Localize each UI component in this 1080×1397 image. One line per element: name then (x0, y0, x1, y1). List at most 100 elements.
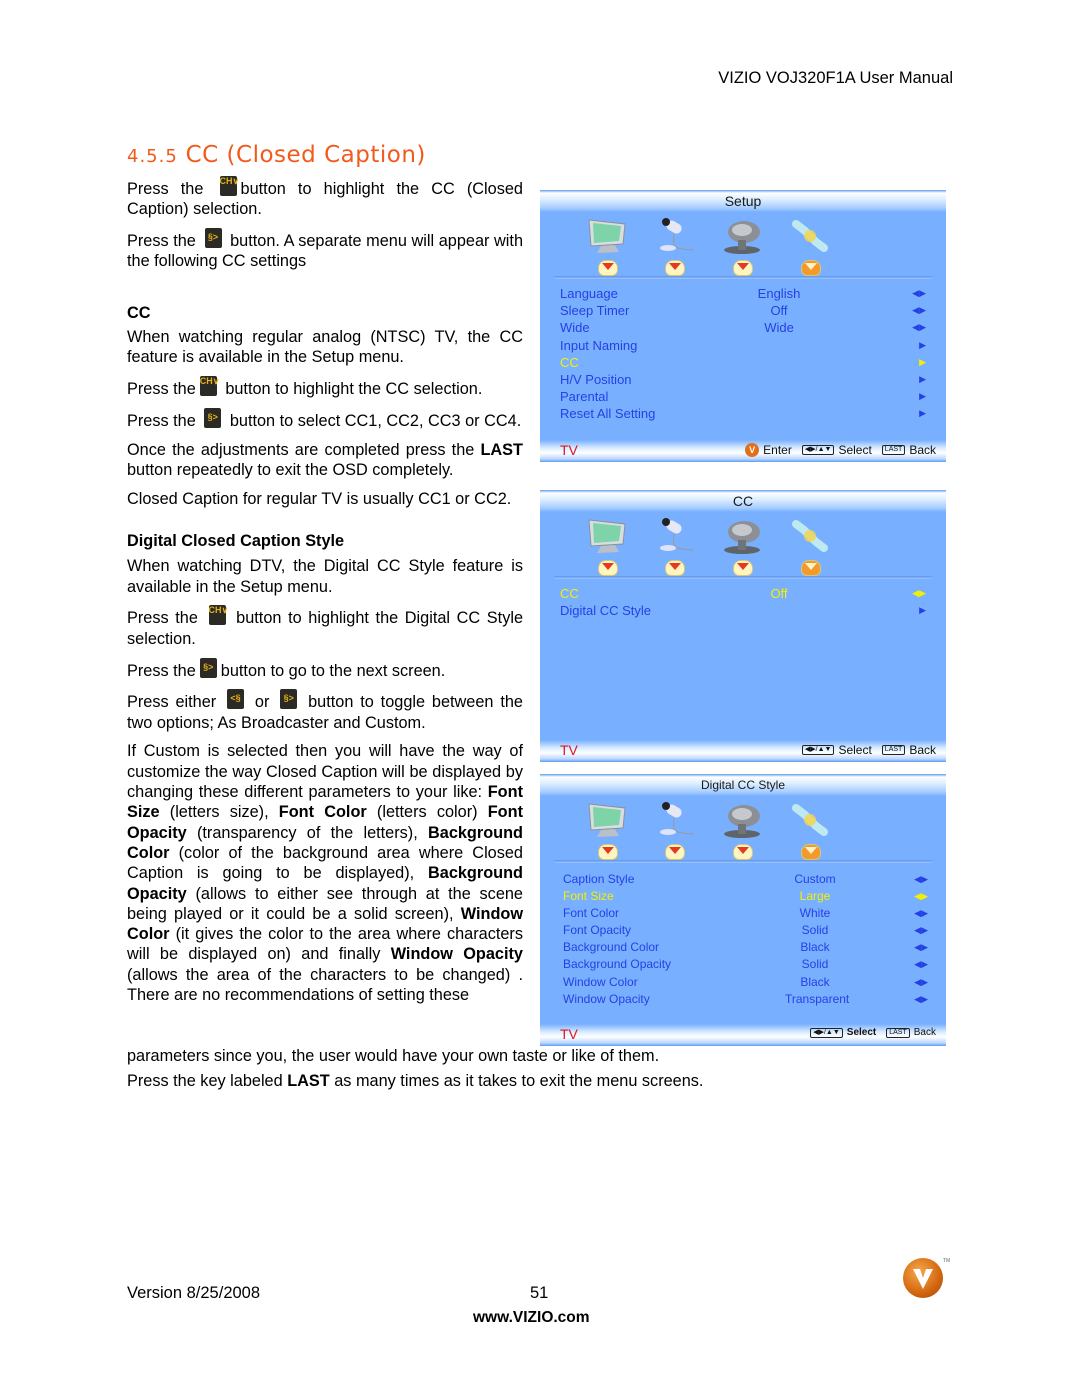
osd-footer: TV V Enter ◀▶/▲▼ Select LAST Back (540, 440, 946, 462)
osd-menu-item[interactable]: Font Opacity Solid ◀▶ (563, 922, 928, 939)
channel-down-button-icon: CH∨ (219, 176, 239, 196)
category-marker-icon (801, 844, 821, 860)
menu-item-label: Input Naming (560, 337, 638, 353)
menu-item-value: Off (770, 303, 788, 319)
setup-menu-screenshot: Setup Language English ◀▶ Sleep Timer Off ◀▶ W… (540, 190, 946, 462)
menu-item-label: Digital CC Style (560, 603, 652, 619)
instructions-column: Press the CH∨ button to highlight the CC … (127, 176, 523, 1005)
right-arrow-icon: ▶ (919, 339, 926, 350)
menu-item-value: Custom (794, 872, 836, 886)
osd-menu-item[interactable]: Background Color Black ◀▶ (563, 939, 928, 956)
select-hint: Select (838, 443, 872, 457)
paragraph: When watching DTV, the Digital CC Style … (127, 557, 523, 596)
menu-item-value: Transparent (785, 991, 850, 1006)
left-right-arrow-icon: ◀▶ (914, 993, 928, 1004)
digital-cc-subheading: Digital Closed Caption Style (127, 532, 345, 551)
paragraph-custom-parameters: If Custom is selected then you will have… (127, 742, 523, 1004)
menu-item-value: Off (770, 586, 788, 601)
osd-title: CC (540, 490, 946, 512)
cc-subheading: CC (127, 303, 151, 322)
osd-menu-list: Caption Style Custom ◀▶ Font Size Large ◀▶ Fon… (540, 863, 946, 1008)
right-arrow-icon: ▶ (919, 356, 926, 367)
tv-picture-icon (585, 216, 629, 256)
paragraph: Press the §> button. A separate menu wil… (127, 228, 523, 272)
vizio-logo-icon (903, 1258, 943, 1298)
osd-menu-item[interactable]: Reset All Setting ▶ (560, 405, 926, 422)
category-marker-icon (801, 260, 821, 276)
paragraph: Press the CH∨ button to highlight the CC … (127, 376, 483, 399)
tv-picture-icon (585, 800, 629, 840)
menu-item-label: Font Size (563, 889, 614, 904)
left-right-arrow-icon: ◀▶ (914, 976, 928, 987)
osd-category-icons (540, 796, 946, 860)
nav-keys-icon: ◀▶/▲▼ (801, 445, 835, 455)
osd-source-label: TV (560, 742, 578, 758)
paragraph-last-key: Press the key labeled LAST as many times… (127, 1072, 704, 1090)
osd-menu-item[interactable]: Digital CC Style ▶ (560, 602, 926, 619)
microphone-audio-icon (652, 216, 696, 256)
osd-menu-item[interactable]: Font Size Large ◀▶ (563, 888, 928, 905)
menu-item-label: Window Opacity (563, 991, 650, 1006)
section-heading: 4.5.5 CC (Closed Caption) (127, 142, 426, 168)
satellite-dish-icon (720, 216, 764, 256)
osd-footer: TV ◀▶/▲▼ Select LAST Back (540, 1024, 946, 1046)
paragraph: Press the §> button to select CC1, CC2, … (127, 407, 523, 431)
osd-menu-item[interactable]: Window Opacity Transparent ◀▶ (563, 991, 928, 1008)
osd-menu-item[interactable]: Font Color White ◀▶ (563, 905, 928, 922)
osd-menu-item[interactable]: CC Off ◀▶ (560, 585, 926, 602)
right-arrow-icon: ▶ (919, 605, 926, 616)
category-marker-icon (665, 844, 685, 860)
trademark-mark: TM (943, 1258, 951, 1264)
section-number: 4.5.5 (127, 146, 178, 167)
menu-item-value: Black (800, 974, 830, 989)
page-number: 51 (530, 1284, 549, 1302)
last-key-icon: LAST (886, 1027, 910, 1038)
left-right-arrow-icon: ◀▶ (912, 288, 926, 298)
last-key-icon: LAST (881, 445, 906, 455)
osd-footer: TV ◀▶/▲▼ Select LAST Back (540, 740, 946, 762)
osd-menu-item[interactable]: Caption Style Custom ◀▶ (563, 871, 928, 888)
osd-menu-item[interactable]: Language English ◀▶ (560, 285, 926, 302)
right-arrow-button-icon: §> (280, 689, 298, 710)
osd-menu-item[interactable]: Sleep Timer Off ◀▶ (560, 302, 926, 319)
menu-item-label: Language (560, 286, 618, 301)
menu-item-label: Wide (560, 320, 590, 336)
menu-item-value: Wide (764, 320, 794, 336)
osd-menu-item[interactable]: H/V Position ▶ (560, 371, 926, 388)
menu-item-label: CC (560, 586, 579, 601)
satellite-dish-icon (720, 800, 764, 840)
left-right-arrow-icon: ◀▶ (914, 874, 928, 884)
select-hint: Select (838, 743, 872, 757)
right-arrow-button-icon: §> (204, 407, 222, 428)
channel-down-button-icon: CH∨ (208, 605, 228, 626)
menu-item-value: Black (800, 940, 830, 955)
osd-menu-item[interactable]: CC ▶ (560, 354, 926, 371)
paragraph: Press the CH∨ button to highlight the Di… (127, 605, 524, 648)
wrench-setup-icon (788, 516, 832, 556)
menu-item-label: Background Color (563, 940, 660, 955)
osd-menu-item[interactable]: Window Color Black ◀▶ (563, 974, 928, 991)
left-right-arrow-icon: ◀▶ (914, 942, 928, 953)
last-key-icon: LAST (881, 745, 906, 755)
osd-title: Setup (540, 190, 946, 212)
left-right-arrow-icon: ◀▶ (912, 588, 926, 598)
nav-keys-icon: ◀▶/▲▼ (801, 745, 835, 755)
category-marker-icon (733, 560, 753, 576)
section-title-text: CC (Closed Caption) (185, 142, 426, 168)
osd-menu-item[interactable]: Input Naming ▶ (560, 337, 926, 354)
category-marker-icon (598, 560, 618, 576)
paragraph: Press the CH∨ button to highlight the CC … (127, 176, 523, 219)
paragraph: Press either <§ or §> button to toggle b… (127, 689, 523, 733)
wrench-setup-icon (788, 216, 832, 256)
menu-item-label: Reset All Setting (560, 406, 656, 422)
left-right-arrow-icon: ◀▶ (914, 908, 928, 919)
right-arrow-icon: ▶ (919, 391, 926, 402)
version-label: Version 8/25/2008 (127, 1284, 261, 1302)
osd-menu-item[interactable]: Wide Wide ◀▶ (560, 319, 926, 336)
select-hint: Select (846, 1027, 877, 1038)
menu-item-label: CC (560, 354, 579, 370)
osd-menu-item[interactable]: Parental ▶ (560, 388, 926, 405)
osd-menu-item[interactable]: Background Opacity Solid ◀▶ (563, 956, 928, 973)
osd-source-label: TV (560, 1026, 578, 1042)
paragraph: Once the adjustments are completed press… (127, 440, 523, 479)
